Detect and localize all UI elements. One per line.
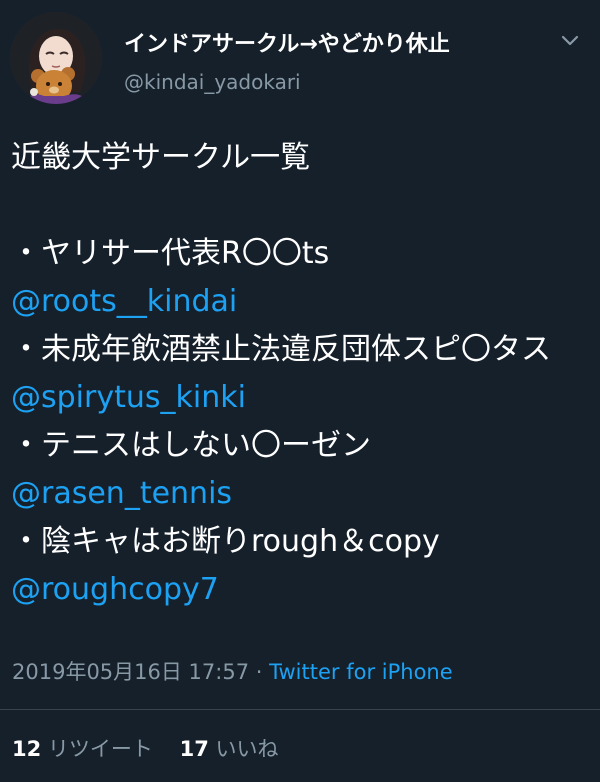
circle-entry: ・テニスはしない〇ーゼン (11, 428, 371, 463)
avatar-illustration (10, 12, 102, 104)
mention-link[interactable]: @spirytus_kinki (11, 374, 591, 422)
likes-stat[interactable]: 17 いいね (180, 737, 279, 761)
tweet-text: 近畿大学サークル一覧 ・ヤリサー代表R〇〇ts @roots__kindai ・… (11, 134, 591, 614)
circle-entry: ・陰キャはお断りrough＆copy (11, 524, 440, 559)
timestamp: 2019年05月16日 17:57 (12, 660, 250, 684)
username[interactable]: @kindai_yadokari (124, 70, 301, 94)
retweets-stat[interactable]: 12 リツイート (12, 737, 153, 761)
circle-entry: ・未成年飲酒禁止法違反団体スピ〇タス (11, 332, 551, 367)
retweet-count: 12 (12, 737, 42, 761)
mention-link[interactable]: @roughcopy7 (11, 566, 591, 614)
tweet-stats: 12 リツイート 17 いいね (12, 733, 299, 763)
chevron-down-icon[interactable] (558, 30, 582, 50)
tweet-meta: 2019年05月16日 17:57 · Twitter for iPhone (12, 656, 453, 686)
like-count: 17 (179, 737, 209, 761)
circle-entry: ・ヤリサー代表R〇〇ts (11, 236, 330, 271)
like-label: いいね (215, 737, 279, 761)
mention-link[interactable]: @rasen_tennis (11, 470, 591, 518)
meta-separator: · (255, 660, 263, 684)
display-name[interactable]: インドアサークル→やどかり休止 (124, 26, 450, 58)
mention-link[interactable]: @roots__kindai (11, 278, 591, 326)
tweet: インドアサークル→やどかり休止 @kindai_yadokari 近畿大学サーク… (0, 0, 600, 782)
retweet-label: リツイート (47, 737, 153, 761)
divider (0, 709, 600, 710)
avatar[interactable] (10, 12, 102, 104)
tweet-title: 近畿大学サークル一覧 (11, 140, 311, 175)
source-link[interactable]: Twitter for iPhone (269, 660, 453, 684)
